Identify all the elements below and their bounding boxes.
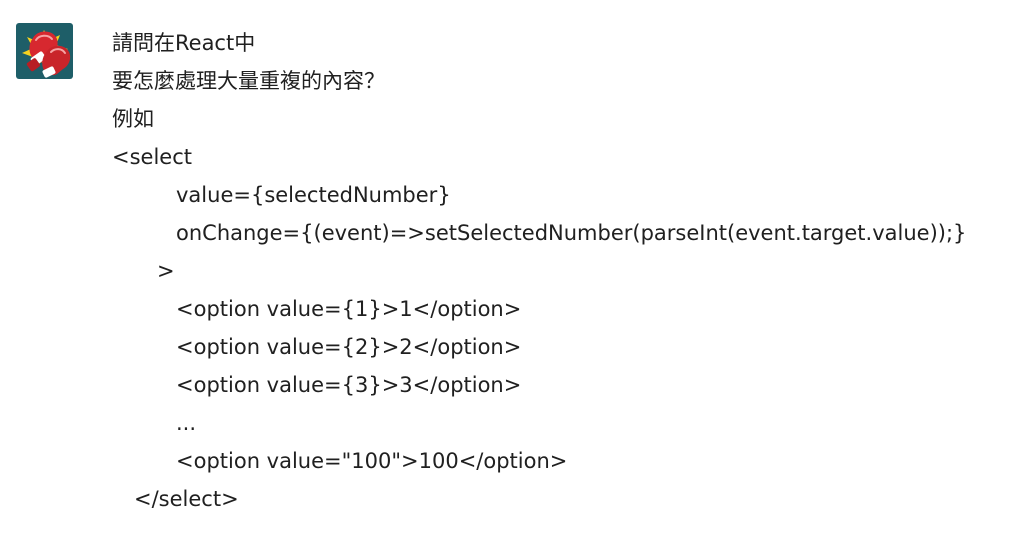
code-line: ... xyxy=(176,411,197,435)
code-line: <option value="100">100</option> xyxy=(176,449,568,473)
code-line: onChange={(event)=>setSelectedNumber(par… xyxy=(176,221,967,245)
code-line: <option value={1}>1</option> xyxy=(176,297,522,321)
code-line: <option value={3}>3</option> xyxy=(176,373,522,397)
code-line: </select> xyxy=(134,487,239,511)
code-line: <option value={2}>2</option> xyxy=(176,335,522,359)
code-line: <select xyxy=(112,145,192,169)
code-line: value={selectedNumber} xyxy=(176,183,451,207)
message-text-line: 要怎麼處理大量重複的內容？ xyxy=(112,69,385,93)
message-text-line: 例如 xyxy=(112,107,154,131)
code-line: > xyxy=(157,259,175,283)
user-message: 請問在React中 要怎麼處理大量重複的內容？ 例如 <select value… xyxy=(0,0,1024,536)
message-text-line: 請問在React中 xyxy=(112,31,256,55)
